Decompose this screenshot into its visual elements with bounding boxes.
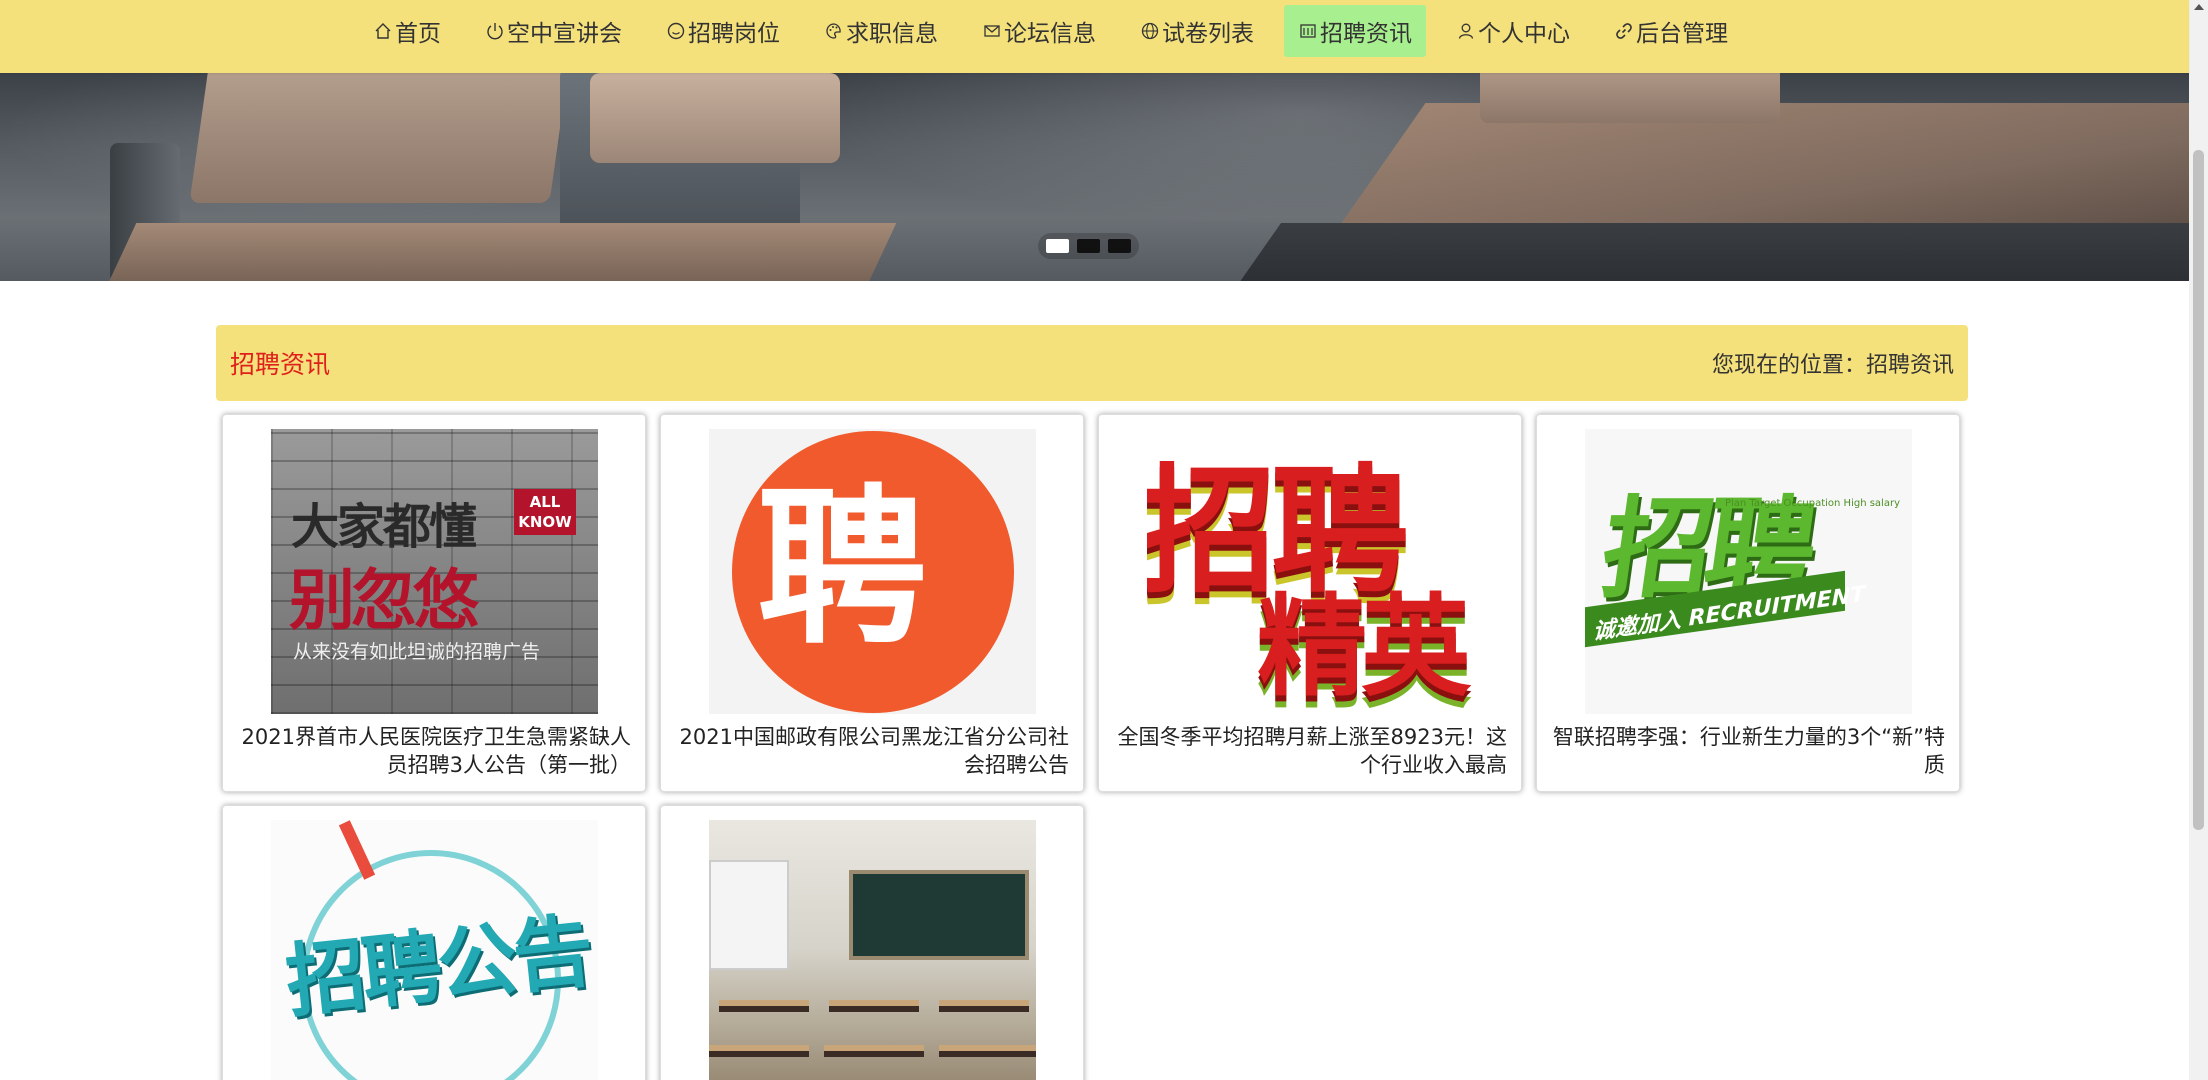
nav-label: 招聘资讯 bbox=[1320, 21, 1412, 47]
breadcrumb-current[interactable]: 招聘资讯 bbox=[1866, 347, 1954, 379]
news-title[interactable]: 智联招聘李强：行业新生力量的3个“新”特质 bbox=[1551, 723, 1945, 779]
page-scrollbar[interactable] bbox=[2189, 0, 2208, 1080]
power-icon bbox=[485, 21, 505, 41]
nav-item-job-seeking[interactable]: 求职信息 bbox=[810, 5, 952, 57]
nav-menu: 首页 空中宣讲会 招聘岗位 求职信息 论坛信息 试卷列表 招聘资讯 个人中心 后… bbox=[0, 5, 2145, 57]
nav-item-personal-center[interactable]: 个人中心 bbox=[1442, 5, 1584, 57]
news-card[interactable] bbox=[660, 805, 1084, 1080]
home-icon bbox=[373, 21, 393, 41]
news-card[interactable]: 招聘公告 bbox=[222, 805, 646, 1080]
top-navbar: 首页 空中宣讲会 招聘岗位 求职信息 论坛信息 试卷列表 招聘资讯 个人中心 后… bbox=[0, 0, 2189, 73]
nav-item-forum[interactable]: 论坛信息 bbox=[968, 5, 1110, 57]
palette-icon bbox=[824, 21, 844, 41]
nav-item-exam-list[interactable]: 试卷列表 bbox=[1126, 5, 1268, 57]
link-icon bbox=[1614, 21, 1634, 41]
nav-label: 求职信息 bbox=[846, 21, 938, 47]
scrollbar-thumb[interactable] bbox=[2193, 150, 2204, 830]
news-title[interactable]: 全国冬季平均招聘月薪上涨至8923元！这个行业收入最高 bbox=[1113, 723, 1507, 779]
carousel-dot-3[interactable] bbox=[1108, 239, 1131, 253]
nav-item-sky-presentation[interactable]: 空中宣讲会 bbox=[471, 5, 636, 57]
smile-icon bbox=[666, 21, 686, 41]
news-card[interactable]: 大家都懂 ALL KNOW 别忽悠 从来没有如此坦诚的招聘广告 2021界首市人… bbox=[222, 414, 646, 792]
news-card[interactable]: 招聘 诚邀加入 RECRUITMENT Plan Target Occupati… bbox=[1536, 414, 1960, 792]
breadcrumb: 您现在的位置： 招聘资讯 bbox=[1712, 347, 1954, 379]
nav-label: 首页 bbox=[395, 21, 441, 47]
section-header: 招聘资讯 您现在的位置： 招聘资讯 bbox=[216, 325, 1968, 401]
news-thumbnail: 大家都懂 ALL KNOW 别忽悠 从来没有如此坦诚的招聘广告 bbox=[271, 429, 598, 714]
news-thumbnail: 招聘公告 bbox=[271, 820, 598, 1080]
news-card[interactable]: 招聘 精英 全国冬季平均招聘月薪上涨至8923元！这个行业收入最高 bbox=[1098, 414, 1522, 792]
nav-label: 个人中心 bbox=[1478, 21, 1570, 47]
carousel-indicators bbox=[1038, 233, 1139, 259]
newspaper-icon bbox=[1298, 21, 1318, 41]
nav-label: 论坛信息 bbox=[1004, 21, 1096, 47]
scroll-up-arrow-icon[interactable] bbox=[2194, 4, 2204, 10]
news-thumbnail: 聘 bbox=[709, 429, 1036, 714]
nav-label: 空中宣讲会 bbox=[507, 21, 622, 47]
news-thumbnail: 招聘 诚邀加入 RECRUITMENT Plan Target Occupati… bbox=[1585, 429, 1912, 714]
section-title: 招聘资讯 bbox=[230, 350, 331, 379]
hero-carousel[interactable] bbox=[0, 73, 2189, 281]
nav-item-recruit-news[interactable]: 招聘资讯 bbox=[1284, 5, 1426, 57]
mail-icon bbox=[982, 21, 1002, 41]
user-icon bbox=[1456, 21, 1476, 41]
news-card[interactable]: 聘 2021中国邮政有限公司黑龙江省分公司社会招聘公告 bbox=[660, 414, 1084, 792]
nav-label: 招聘岗位 bbox=[688, 21, 780, 47]
news-title[interactable]: 2021中国邮政有限公司黑龙江省分公司社会招聘公告 bbox=[675, 723, 1069, 779]
breadcrumb-prefix: 您现在的位置： bbox=[1711, 353, 1866, 378]
nav-item-jobs[interactable]: 招聘岗位 bbox=[652, 5, 794, 57]
carousel-dot-2[interactable] bbox=[1077, 239, 1100, 253]
nav-item-home[interactable]: 首页 bbox=[359, 5, 455, 57]
nav-label: 试卷列表 bbox=[1162, 21, 1254, 47]
news-title[interactable]: 2021界首市人民医院医疗卫生急需紧缺人员招聘3人公告（第一批） bbox=[237, 723, 631, 779]
news-thumbnail bbox=[709, 820, 1036, 1080]
nav-label: 后台管理 bbox=[1636, 21, 1728, 47]
news-thumbnail: 招聘 精英 bbox=[1147, 429, 1474, 714]
carousel-dot-1[interactable] bbox=[1046, 239, 1069, 253]
globe-icon bbox=[1140, 21, 1160, 41]
nav-item-admin[interactable]: 后台管理 bbox=[1600, 5, 1742, 57]
